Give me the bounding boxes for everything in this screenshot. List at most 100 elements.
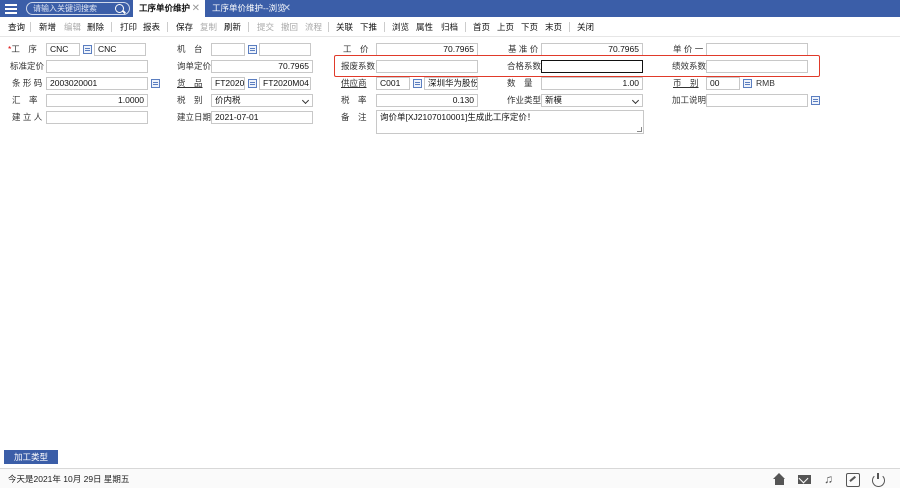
tab-label: 工序单价维护 — [139, 3, 191, 13]
mail-icon[interactable] — [798, 473, 811, 485]
search-input[interactable] — [33, 3, 113, 14]
toolbar-divider — [167, 22, 168, 32]
tab-label: 工序单价维护--浏览 — [212, 3, 286, 13]
resize-grip-icon[interactable] — [637, 127, 642, 132]
tax-rate-label: 税 率 — [341, 95, 367, 105]
op-type-label: 作业类型 — [507, 95, 542, 105]
top-bar: 工序单价维护 ✕ 工序单价维护--浏览 ✕ — [0, 0, 900, 17]
process-note-field[interactable] — [706, 94, 808, 107]
lookup-icon[interactable] — [248, 79, 257, 88]
attribute-button[interactable]: 属性 — [416, 17, 433, 37]
last-page-button[interactable]: 末页 — [545, 17, 562, 37]
goods-name-field[interactable]: FT2020M04 — [259, 77, 311, 90]
delete-button[interactable]: 删除 — [87, 17, 104, 37]
status-bar: 今天是2021年 10月 29日 星期五 ♫ — [0, 468, 900, 488]
currency-label[interactable]: 币 别 — [673, 77, 699, 89]
save-button[interactable]: 保存 — [176, 17, 193, 37]
highlight-box — [334, 55, 820, 77]
close-button[interactable]: 关闭 — [577, 17, 594, 37]
remark-textarea[interactable]: 询价单[XJ2107010001]生成此工序定价！ — [376, 110, 644, 134]
process-note-label: 加工说明 — [672, 95, 707, 105]
share-icon[interactable] — [846, 473, 860, 487]
browse-button[interactable]: 浏览 — [392, 17, 409, 37]
op-type-select[interactable]: 新模 — [541, 94, 643, 107]
next-page-button[interactable]: 下页 — [521, 17, 538, 37]
supplier-name-field[interactable]: 深圳华为股份有限公司 — [424, 77, 478, 90]
labor-price-label: 工 价 — [343, 44, 369, 54]
toolbar-divider — [465, 22, 466, 32]
global-search — [26, 2, 130, 15]
inquiry-price-field[interactable]: 70.7965 — [211, 60, 313, 73]
machine-code-field[interactable] — [211, 43, 245, 56]
barcode-field[interactable]: 2003020001 — [46, 77, 148, 90]
machine-name-field[interactable] — [259, 43, 311, 56]
process-name-field[interactable]: CNC — [94, 43, 146, 56]
goods-code-field[interactable]: FT2020M04 — [211, 77, 245, 90]
lookup-icon[interactable] — [248, 45, 257, 54]
search-icon[interactable] — [115, 4, 124, 13]
create-date-label: 建立日期 — [177, 112, 212, 122]
lookup-icon[interactable] — [743, 79, 752, 88]
qty-field[interactable]: 1.00 — [541, 77, 643, 90]
base-price-label: 基 准 价 — [508, 44, 539, 54]
std-price-field[interactable] — [46, 60, 148, 73]
unit-price1-label: 单 价 一 — [673, 44, 704, 54]
barcode-label: 条 形 码 — [12, 78, 43, 88]
edit-button[interactable]: 编辑 — [64, 17, 81, 37]
withdraw-button[interactable]: 撤回 — [281, 17, 298, 37]
lookup-icon[interactable] — [811, 96, 820, 105]
hamburger-menu-icon[interactable] — [4, 2, 18, 15]
exchange-field[interactable]: 1.0000 — [46, 94, 148, 107]
toolbar-divider — [328, 22, 329, 32]
link-button[interactable]: 关联 — [336, 17, 353, 37]
first-page-button[interactable]: 首页 — [473, 17, 490, 37]
toolbar: 查询 新增 编辑 删除 打印 报表 保存 复制 刷新 提交 撤回 流程 关联 下… — [0, 17, 900, 37]
toolbar-divider — [111, 22, 112, 32]
tax-type-select[interactable]: 价内税 — [211, 94, 313, 107]
lookup-icon[interactable] — [413, 79, 422, 88]
status-date: 今天是2021年 10月 29日 星期五 — [8, 474, 130, 484]
toolbar-divider — [569, 22, 570, 32]
creator-label: 建 立 人 — [12, 112, 43, 122]
archive-button[interactable]: 归档 — [441, 17, 458, 37]
lookup-icon[interactable] — [83, 45, 92, 54]
music-icon[interactable]: ♫ — [822, 473, 835, 485]
add-button[interactable]: 新增 — [39, 17, 56, 37]
machine-label: 机 台 — [177, 44, 203, 54]
refresh-button[interactable]: 刷新 — [224, 17, 241, 37]
copy-button[interactable]: 复制 — [200, 17, 217, 37]
close-icon[interactable]: ✕ — [192, 0, 200, 17]
currency-name: RMB — [756, 78, 775, 88]
exchange-label: 汇 率 — [12, 95, 38, 105]
prev-page-button[interactable]: 上页 — [497, 17, 514, 37]
report-button[interactable]: 报表 — [143, 17, 160, 37]
goods-label[interactable]: 货 品 — [177, 77, 203, 89]
close-icon[interactable]: ✕ — [283, 0, 291, 17]
remark-label: 备 注 — [341, 112, 367, 122]
process-type-tab[interactable]: 加工类型 — [4, 450, 58, 464]
create-date-field[interactable]: 2021-07-01 — [211, 111, 313, 124]
process-label: *工 序 — [8, 44, 37, 54]
toolbar-divider — [30, 22, 31, 32]
currency-code-field[interactable]: 00 — [706, 77, 740, 90]
qty-label: 数 量 — [507, 78, 533, 88]
toolbar-divider — [248, 22, 249, 32]
submit-button[interactable]: 提交 — [257, 17, 274, 37]
process-code-field[interactable]: CNC — [46, 43, 80, 56]
tab-process-price-browse[interactable]: 工序单价维护--浏览 ✕ — [206, 0, 296, 17]
tab-process-price[interactable]: 工序单价维护 ✕ — [133, 0, 205, 17]
tax-rate-field[interactable]: 0.130 — [376, 94, 478, 107]
supplier-label[interactable]: 供应商 — [341, 77, 367, 89]
creator-field[interactable] — [46, 111, 148, 124]
home-icon[interactable] — [773, 473, 786, 485]
tax-type-label: 税 别 — [177, 95, 203, 105]
supplier-code-field[interactable]: C001 — [376, 77, 410, 90]
push-button[interactable]: 下推 — [360, 17, 377, 37]
lookup-icon[interactable] — [151, 79, 160, 88]
print-button[interactable]: 打印 — [120, 17, 137, 37]
inquiry-price-label: 询单定价 — [177, 61, 212, 71]
power-icon[interactable] — [871, 473, 885, 487]
flow-button[interactable]: 流程 — [305, 17, 322, 37]
query-button[interactable]: 查询 — [8, 17, 25, 37]
remark-text: 询价单[XJ2107010001]生成此工序定价！ — [380, 112, 536, 122]
